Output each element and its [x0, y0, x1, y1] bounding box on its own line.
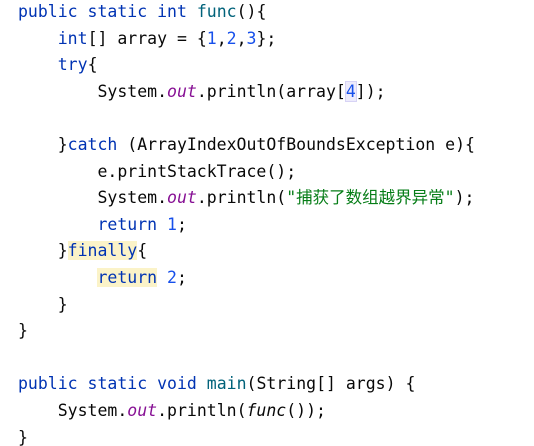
code-token: int — [57, 28, 88, 48]
code-token: } — [18, 294, 68, 314]
code-token: 4 — [344, 80, 357, 102]
code-token: , — [236, 28, 247, 48]
code-token: 3 — [246, 28, 257, 48]
code-token: finally — [67, 241, 138, 261]
code-token: .println(array[ — [196, 81, 346, 101]
code-token: out — [167, 81, 197, 101]
code-token: static — [87, 374, 148, 394]
code-line: }catch (ArrayIndexOutOfBoundsException e… — [18, 132, 475, 158]
code-line: System.out.println(array[4]); — [18, 79, 386, 105]
code-token: catch — [67, 135, 118, 154]
code-token: static — [87, 2, 148, 21]
code-line: public static int func(){ — [18, 0, 266, 25]
code-token: 1 — [167, 214, 177, 234]
code-line: } — [18, 425, 28, 446]
code-token: }; — [256, 28, 277, 48]
code-line: public static void main(String[] args) { — [18, 371, 415, 397]
code-token: { — [87, 55, 98, 75]
code-token: { — [137, 241, 148, 261]
code-token: main — [206, 374, 247, 394]
code-token: void — [157, 374, 197, 394]
code-line: int[] array = {1,2,3}; — [18, 26, 277, 52]
code-token: func — [246, 401, 287, 420]
code-token: return — [97, 268, 158, 287]
code-token: return — [97, 214, 158, 234]
code-token: .println( — [157, 401, 247, 420]
code-token: 2 — [167, 268, 177, 287]
code-token: int — [157, 2, 187, 21]
code-line: return 2; — [18, 265, 187, 291]
code-token: ]); — [355, 81, 386, 101]
code-token: ()); — [286, 401, 326, 420]
code-token: func — [196, 2, 237, 21]
code-token: ; — [176, 214, 187, 234]
code-line: System.out.println(func()); — [18, 398, 326, 424]
code-token: 1 — [206, 28, 217, 48]
code-token: ); — [454, 188, 475, 208]
code-token: e.printStackTrace(); — [18, 161, 297, 181]
code-token: out — [127, 401, 158, 420]
code-token: (String[] args) { — [246, 374, 416, 394]
code-editor[interactable]: public static int func(){ int[] array = … — [0, 0, 534, 446]
code-token: 2 — [226, 28, 237, 48]
code-token: (){ — [236, 2, 267, 21]
code-token: public — [18, 2, 78, 21]
code-token: "捕获了数组越界异常" — [286, 188, 455, 208]
code-token: } — [18, 321, 28, 341]
code-line: } — [18, 318, 28, 344]
code-token: .println( — [196, 188, 287, 208]
code-token: System. — [18, 401, 128, 420]
code-line: try{ — [18, 52, 98, 78]
code-token: System. — [18, 81, 168, 101]
code-token: } — [18, 135, 68, 154]
code-line: } — [18, 292, 68, 318]
code-line: e.printStackTrace(); — [18, 159, 296, 185]
code-token: [] array = { — [87, 28, 207, 48]
code-token: System. — [18, 188, 168, 208]
code-token: ; — [176, 268, 187, 287]
code-line: }finally{ — [18, 238, 147, 264]
code-token: } — [18, 241, 68, 261]
code-token: } — [18, 427, 28, 446]
code-token: (ArrayIndexOutOfBoundsException e){ — [117, 135, 475, 154]
code-token: try — [57, 55, 88, 75]
code-line: return 1; — [18, 212, 187, 238]
code-token: , — [216, 28, 227, 48]
code-token: public — [18, 374, 78, 394]
code-token: out — [167, 188, 197, 208]
code-line: System.out.println("捕获了数组越界异常"); — [18, 185, 474, 211]
